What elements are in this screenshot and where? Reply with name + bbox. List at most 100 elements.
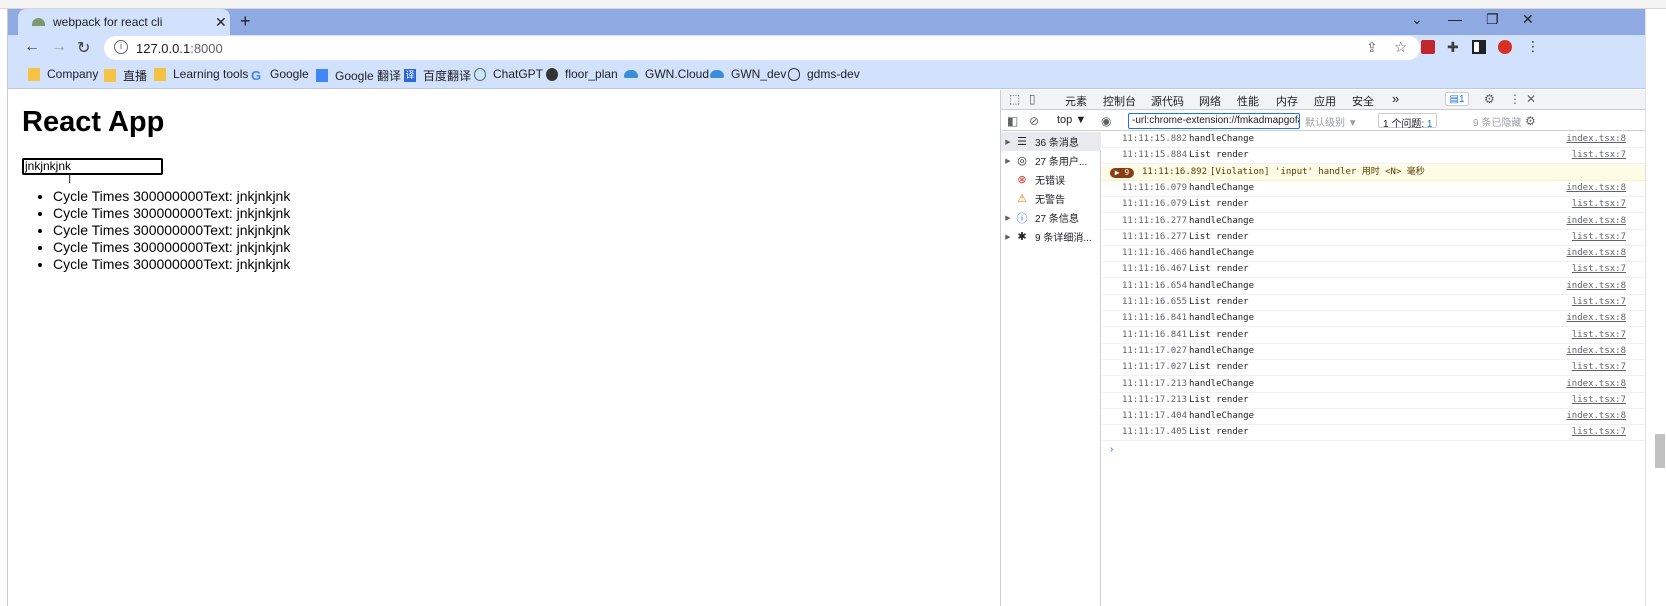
console-log-row: 11:11:17.404 handleChange index.tsx:8 <box>1102 409 1646 426</box>
side-panel-icon[interactable] <box>1472 40 1486 54</box>
list-item: Cycle Times 300000000Text: jnkjnkjnk <box>53 239 290 256</box>
log-source-link[interactable]: index.tsx:8 <box>1566 311 1626 326</box>
log-source-link[interactable]: index.tsx:8 <box>1566 181 1626 196</box>
expand-arrow-icon[interactable]: ▶ <box>1001 214 1015 222</box>
clear-console-icon[interactable]: ⊘ <box>1029 114 1039 128</box>
bookmark-company[interactable]: Company <box>28 67 98 81</box>
bookmark-live[interactable]: 直播 <box>104 67 147 84</box>
sidebar-toggle-icon[interactable]: ◧ <box>1007 114 1018 128</box>
log-timestamp: 11:11:16.655 <box>1122 297 1188 307</box>
tab-performance[interactable]: 性能 <box>1237 93 1259 109</box>
log-message: [Violation] 'input' handler 用时 <N> 毫秒 <box>1210 166 1425 177</box>
bookmark-gdms-dev[interactable]: gdms-dev <box>788 67 860 81</box>
log-source-link[interactable]: list.tsx:7 <box>1572 197 1626 212</box>
sidebar-item-info[interactable]: ▶ ⓘ 27 条信息 <box>1001 208 1101 227</box>
minimize-button[interactable]: — <box>1448 11 1462 27</box>
bookmark-google[interactable]: G Google <box>251 67 309 83</box>
bookmark-google-translate[interactable]: Google 翻译 <box>316 67 401 84</box>
page-scrollbar-track[interactable] <box>1645 9 1666 606</box>
favicon-icon <box>32 18 45 26</box>
expand-arrow-icon[interactable]: ▶ <box>1001 138 1015 146</box>
close-tab-icon[interactable]: ✕ <box>215 14 227 31</box>
inspect-element-icon[interactable]: ⬚ <box>1009 92 1020 106</box>
issues-badge[interactable]: ▤ 1 <box>1445 92 1469 106</box>
live-expression-eye-icon[interactable]: ◉ <box>1101 114 1111 128</box>
log-source-link[interactable]: list.tsx:7 <box>1572 393 1626 408</box>
tab-application[interactable]: 应用 <box>1314 93 1336 109</box>
settings-gear-icon[interactable]: ⚙ <box>1484 92 1495 106</box>
log-source-link[interactable]: index.tsx:8 <box>1566 279 1626 294</box>
log-source-link[interactable]: index.tsx:8 <box>1566 409 1626 424</box>
bookmark-gwn-dev[interactable]: GWN_dev <box>710 67 786 81</box>
sidebar-item-user-messages[interactable]: ▶ ◎ 27 条用户... <box>1001 151 1101 170</box>
sidebar-item-errors[interactable]: ⊗ 无错误 <box>1001 170 1101 189</box>
forward-arrow-icon[interactable]: → <box>51 38 67 56</box>
log-source-link[interactable]: list.tsx:7 <box>1572 295 1626 310</box>
log-source-link[interactable]: list.tsx:7 <box>1572 328 1626 343</box>
bookmark-floor-plan[interactable]: floor_plan <box>546 67 618 81</box>
site-info-icon[interactable]: i <box>114 40 128 54</box>
log-timestamp: 11:11:17.027 <box>1122 345 1188 356</box>
extension-red-icon[interactable] <box>1421 40 1435 54</box>
new-tab-button[interactable]: + <box>240 11 251 32</box>
log-message: List render <box>1189 394 1249 405</box>
restore-button[interactable]: ❐ <box>1486 11 1499 28</box>
console-log-row: 11:11:16.277 List render list.tsx:7 <box>1102 230 1646 246</box>
log-source-link[interactable]: index.tsx:8 <box>1566 344 1626 359</box>
log-source-link[interactable]: index.tsx:8 <box>1566 214 1626 229</box>
reload-icon[interactable]: ↻ <box>77 38 90 58</box>
bookmark-baidu-translate[interactable]: 译百度翻译 <box>404 67 471 84</box>
text-input[interactable]: jnkjnkjnk <box>22 158 163 175</box>
expand-arrow-icon[interactable]: ▶ <box>1001 233 1015 241</box>
more-tabs-button[interactable]: » <box>1392 91 1399 106</box>
close-devtools-icon[interactable]: ✕ <box>1526 92 1536 106</box>
bookmark-star-icon[interactable]: ☆ <box>1394 38 1407 56</box>
bookmark-learning-tools[interactable]: Learning tools <box>154 67 248 81</box>
log-message: List render <box>1189 329 1249 340</box>
address-bar[interactable]: i 127.0.0.1:8000 ⇪ ☆ <box>104 36 1420 60</box>
tab-sources[interactable]: 源代码 <box>1151 93 1184 109</box>
context-selector[interactable]: top ▼ <box>1057 114 1086 126</box>
log-source-link[interactable]: list.tsx:7 <box>1572 230 1626 245</box>
log-source-link[interactable]: list.tsx:7 <box>1572 148 1626 163</box>
sidebar-item-messages[interactable]: ▶ ☰ 36 条消息 <box>1001 132 1101 151</box>
log-message: handleChange <box>1189 345 1255 356</box>
tab-memory[interactable]: 内存 <box>1276 93 1298 109</box>
tab-elements[interactable]: 元素 <box>1065 93 1087 109</box>
share-icon[interactable]: ⇪ <box>1366 39 1378 56</box>
log-source-link[interactable]: index.tsx:8 <box>1566 377 1626 392</box>
log-source-link[interactable]: list.tsx:7 <box>1572 262 1626 277</box>
profile-avatar-icon[interactable] <box>1498 40 1512 54</box>
menu-kebab-icon[interactable]: ⋮ <box>1526 38 1540 55</box>
sidebar-item-warnings[interactable]: ⚠ 无警告 <box>1001 189 1101 208</box>
log-source-link[interactable]: index.tsx:8 <box>1566 246 1626 261</box>
device-toolbar-icon[interactable]: ▯ <box>1029 92 1036 106</box>
console-prompt[interactable]: › <box>1110 444 1113 455</box>
repeat-count-badge[interactable]: ▶ 9 <box>1110 167 1134 178</box>
issues-counter[interactable]: 1 个问题: 1 <box>1378 113 1438 130</box>
tab-console[interactable]: 控制台 <box>1103 93 1136 113</box>
log-message: List render <box>1189 150 1249 161</box>
log-timestamp: 11:11:17.213 <box>1122 394 1188 405</box>
log-levels-dropdown[interactable]: 默认级别 ▼ <box>1305 114 1358 129</box>
bookmark-chatgpt[interactable]: ChatGPT <box>474 67 543 81</box>
filter-input[interactable]: -url:chrome-extension://fmkadmapgofa <box>1128 113 1300 129</box>
tab-webpack[interactable]: webpack for react cli ✕ <box>18 9 230 35</box>
back-arrow-icon[interactable]: ← <box>24 38 40 56</box>
tab-security[interactable]: 安全 <box>1352 93 1374 109</box>
close-window-button[interactable]: ✕ <box>1522 11 1534 28</box>
console-settings-gear-icon[interactable]: ⚙ <box>1525 114 1536 128</box>
expand-arrow-icon[interactable]: ▶ <box>1001 157 1015 165</box>
log-source-link[interactable]: index.tsx:8 <box>1566 132 1626 147</box>
extensions-puzzle-icon[interactable]: ✚ <box>1447 39 1459 56</box>
devtools-menu-icon[interactable]: ⋮ <box>1509 92 1521 106</box>
page-scrollbar-thumb[interactable] <box>1655 434 1665 468</box>
log-source-link[interactable]: list.tsx:7 <box>1572 360 1626 375</box>
log-source-link[interactable]: list.tsx:7 <box>1572 425 1626 440</box>
baidu-translate-icon: 译 <box>404 69 416 82</box>
tab-network[interactable]: 网络 <box>1199 93 1221 109</box>
sidebar-item-verbose[interactable]: ▶ ✱ 9 条详细消... <box>1001 227 1101 246</box>
bookmark-gwn-cloud[interactable]: GWN.Cloud <box>624 67 709 81</box>
log-timestamp: 11:11:17.027 <box>1122 362 1188 373</box>
tab-search-icon[interactable]: ⌄ <box>1411 11 1423 28</box>
